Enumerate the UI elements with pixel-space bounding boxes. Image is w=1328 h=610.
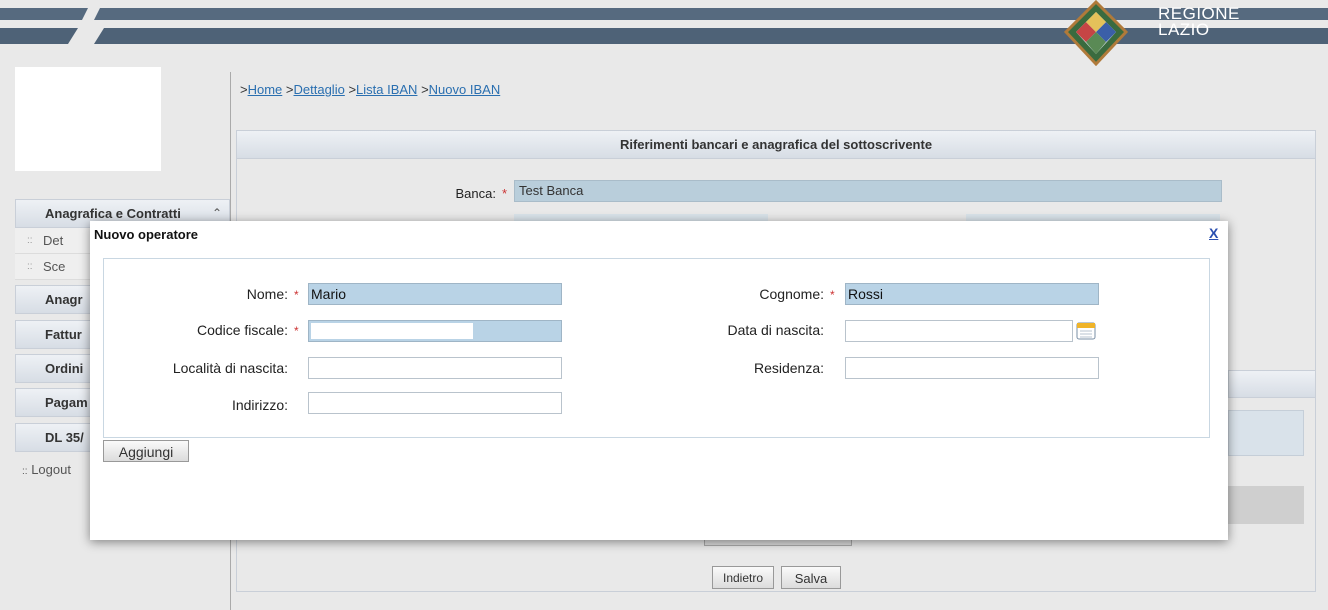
required-marker: * xyxy=(294,324,299,338)
header-bar xyxy=(0,0,1328,58)
breadcrumb-separator: > xyxy=(421,82,429,97)
breadcrumb-lista-iban[interactable]: Lista IBAN xyxy=(356,82,417,97)
nome-input[interactable] xyxy=(308,283,562,305)
add-button[interactable]: Aggiungi xyxy=(103,440,189,462)
codice-fiscale-label: Codice fiscale: xyxy=(196,322,288,338)
data-nascita-input[interactable] xyxy=(845,320,1073,342)
sidebar-subitem-label: Sce xyxy=(43,259,66,274)
calendar-icon[interactable] xyxy=(1076,322,1096,340)
breadcrumb-nuovo-iban[interactable]: Nuovo IBAN xyxy=(429,82,501,97)
breadcrumb-dettaglio[interactable]: Dettaglio xyxy=(294,82,345,97)
nome-label: Nome: xyxy=(246,286,288,302)
cognome-input[interactable] xyxy=(845,283,1099,305)
breadcrumb-separator: > xyxy=(240,82,248,97)
banca-field[interactable]: Test Banca xyxy=(514,180,1222,202)
codice-fiscale-redacted xyxy=(311,323,473,339)
localita-nascita-label: Località di nascita: xyxy=(172,360,288,376)
dialog-title: Nuovo operatore xyxy=(94,227,199,242)
cognome-label: Cognome: xyxy=(759,286,824,302)
user-logo-area xyxy=(15,67,161,171)
region-name-line2: LAZIO xyxy=(1158,20,1210,39)
logout-link[interactable]: :: Logout xyxy=(22,462,71,477)
required-marker: * xyxy=(294,288,299,302)
background-table-header xyxy=(1228,410,1304,456)
sidebar-item-label: Pagam xyxy=(45,395,88,410)
breadcrumb-home[interactable]: Home xyxy=(248,82,283,97)
breadcrumb: >Home >Dettaglio >Lista IBAN >Nuovo IBAN xyxy=(240,82,500,97)
bullet-icon: :: xyxy=(22,466,28,477)
save-button[interactable]: Salva xyxy=(781,566,841,589)
indirizzo-label: Indirizzo: xyxy=(231,397,288,413)
background-table-row xyxy=(1228,486,1304,524)
sidebar-item-label: Ordini xyxy=(45,361,84,376)
logout-label: Logout xyxy=(31,462,71,477)
region-name: REGIONE LAZIO xyxy=(1158,5,1240,39)
breadcrumb-separator: > xyxy=(285,82,294,97)
residenza-input[interactable] xyxy=(845,357,1099,379)
header-band-graphic xyxy=(0,8,1328,44)
sidebar-subitem-label: Det xyxy=(43,233,64,248)
back-button[interactable]: Indietro xyxy=(712,566,774,589)
banca-label: Banca: xyxy=(455,186,496,201)
sidebar-item-label: Fattur xyxy=(45,327,82,342)
sidebar-item-label: Anagr xyxy=(45,292,83,307)
localita-nascita-input[interactable] xyxy=(308,357,562,379)
required-marker: * xyxy=(502,186,508,201)
indirizzo-input[interactable] xyxy=(308,392,562,414)
background-section-header xyxy=(1228,370,1316,398)
required-marker: * xyxy=(830,288,835,302)
residenza-label: Residenza: xyxy=(753,360,824,376)
bullet-icon: :: xyxy=(27,235,33,246)
bullet-icon: :: xyxy=(27,261,33,272)
sidebar-item-label: Anagrafica e Contratti xyxy=(45,206,181,221)
sidebar-item-label: DL 35/ xyxy=(45,430,84,445)
form-section-title: Riferimenti bancari e anagrafica del sot… xyxy=(237,131,1315,159)
regione-lazio-emblem-icon xyxy=(1063,0,1129,67)
data-nascita-label: Data di nascita: xyxy=(727,322,825,338)
breadcrumb-separator: > xyxy=(348,82,357,97)
close-dialog-button[interactable]: X xyxy=(1209,225,1218,241)
